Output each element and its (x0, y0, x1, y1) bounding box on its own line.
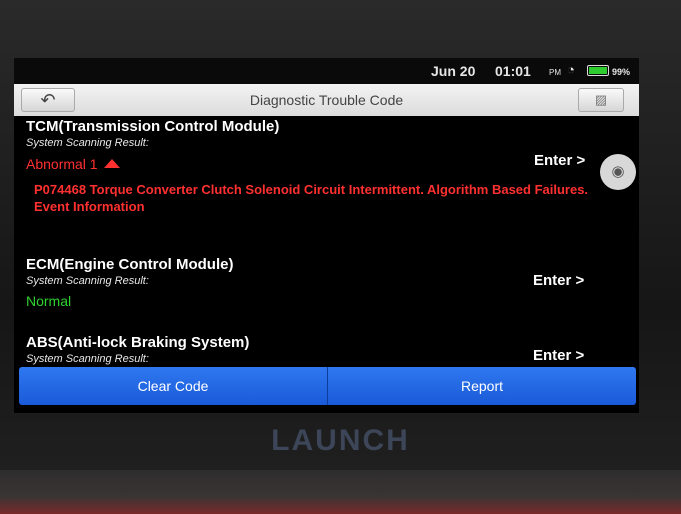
status-ampm: PM (549, 68, 561, 77)
device-bezel-bottom (0, 470, 681, 514)
title-bar: ↶ Diagnostic Trouble Code ▨ (14, 84, 639, 116)
result-normal: Normal (26, 293, 72, 309)
page-title: Diagnostic Trouble Code (249, 92, 404, 108)
expand-up-icon (103, 159, 120, 168)
camera-button[interactable]: ◉ (600, 154, 636, 190)
result-text: Abnormal 1 (26, 156, 98, 172)
enter-button-tcm[interactable]: Enter > (534, 152, 585, 169)
report-button[interactable]: Report (328, 367, 636, 405)
status-date: Jun 20 (431, 63, 476, 79)
dtc-description: P074468 Torque Converter Clutch Solenoid… (34, 182, 589, 214)
exit-button[interactable]: ▨ (578, 88, 624, 112)
exit-icon: ▨ (594, 92, 608, 107)
enter-button-ecm[interactable]: Enter > (533, 272, 584, 289)
status-time: 01:01 (495, 63, 531, 79)
battery-percent: 99% (612, 67, 631, 77)
module-name: ECM(Engine Control Module) (26, 256, 234, 273)
camera-icon: ◉ (611, 163, 625, 180)
enter-button-abs[interactable]: Enter > (533, 347, 584, 364)
brand-logo: LAUNCH (271, 424, 410, 457)
clear-code-button[interactable]: Clear Code (19, 367, 328, 405)
module-list: TCM(Transmission Control Module) System … (14, 116, 639, 366)
status-bar: Jun 20 01:01 PM ◔ 99% (14, 58, 639, 84)
bottom-toolbar: Clear Code Report (19, 367, 636, 405)
battery-icon (587, 65, 609, 76)
device-screen: Jun 20 01:01 PM ◔ 99% ↶ Diagnostic Troub… (14, 58, 639, 413)
scan-result-label: System Scanning Result: (26, 137, 149, 149)
module-name: TCM(Transmission Control Module) (26, 118, 280, 135)
battery-level (589, 67, 607, 74)
wifi-icon: ◔ (567, 62, 575, 77)
